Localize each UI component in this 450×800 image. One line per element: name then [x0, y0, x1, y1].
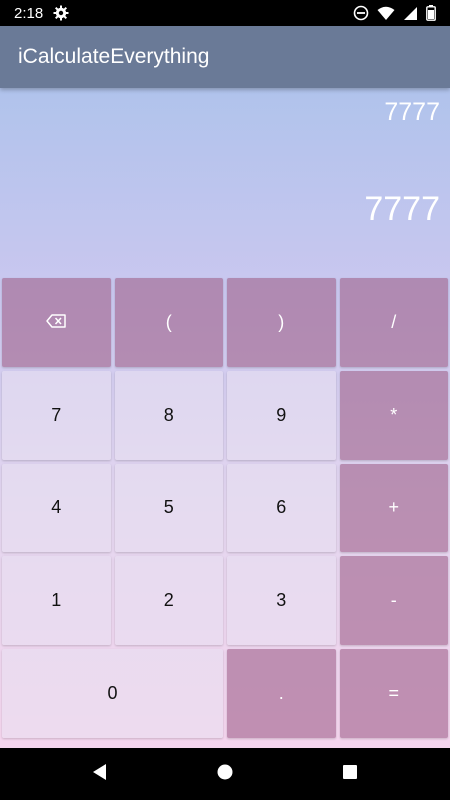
- open-paren-button[interactable]: (: [114, 278, 223, 367]
- one-button[interactable]: 1: [2, 556, 111, 646]
- recents-button[interactable]: [288, 764, 413, 785]
- seven-button[interactable]: 7: [2, 370, 111, 460]
- battery-icon: [426, 5, 436, 21]
- keypad: ( ) / 7 8 9 * 4 5 6 + 1 2 3 - 0 . =: [2, 278, 448, 738]
- status-time: 2:18: [14, 4, 44, 22]
- minus-button[interactable]: -: [339, 556, 448, 646]
- equals-button[interactable]: =: [339, 649, 448, 738]
- result-display: 7777: [364, 190, 440, 228]
- settings-icon: [53, 5, 69, 21]
- status-bar: 2:18: [0, 0, 450, 26]
- home-icon: [216, 763, 234, 786]
- navigation-bar: [0, 748, 450, 800]
- wifi-icon: [377, 6, 395, 21]
- signal-icon: [403, 6, 418, 21]
- back-button[interactable]: [38, 763, 163, 786]
- close-paren-button[interactable]: ): [227, 278, 336, 367]
- app-bar: iCalculateEverything: [0, 26, 450, 88]
- recents-icon: [342, 764, 358, 785]
- three-button[interactable]: 3: [227, 556, 336, 646]
- do-not-disturb-icon: [353, 5, 369, 21]
- six-button[interactable]: 6: [227, 463, 336, 553]
- multiply-button[interactable]: *: [339, 370, 448, 460]
- nine-button[interactable]: 9: [227, 370, 336, 460]
- eight-button[interactable]: 8: [114, 370, 223, 460]
- divide-button[interactable]: /: [339, 278, 448, 367]
- home-button[interactable]: [163, 763, 288, 786]
- expression-display: 7777: [384, 98, 440, 126]
- four-button[interactable]: 4: [2, 463, 111, 553]
- decimal-button[interactable]: .: [227, 649, 336, 738]
- back-icon: [91, 763, 109, 786]
- app-title: iCalculateEverything: [18, 45, 210, 68]
- backspace-icon: [46, 312, 66, 333]
- zero-button[interactable]: 0: [2, 649, 223, 738]
- five-button[interactable]: 5: [114, 463, 223, 553]
- two-button[interactable]: 2: [114, 556, 223, 646]
- plus-button[interactable]: +: [339, 463, 448, 553]
- backspace-button[interactable]: [2, 278, 111, 367]
- calculator-body: 7777 7777 ( ) / 7 8 9 * 4 5 6 + 1 2 3 - …: [0, 88, 450, 748]
